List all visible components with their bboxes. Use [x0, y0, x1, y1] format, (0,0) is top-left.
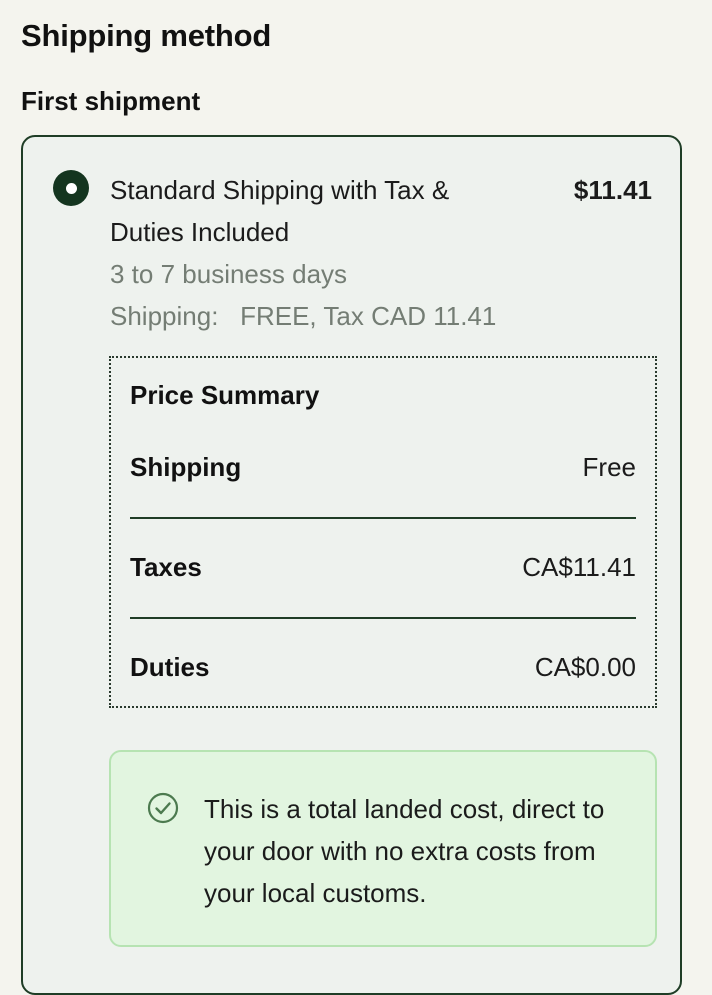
shipping-option-price: $11.41: [573, 175, 652, 205]
summary-row-duties: Duties CA$0.00: [130, 652, 636, 683]
check-circle-icon: [147, 792, 179, 824]
summary-row-taxes: Taxes CA$11.41: [130, 552, 636, 583]
summary-row-label: Duties: [130, 652, 210, 682]
price-summary: Price Summary Shipping Free Taxes CA$11.…: [109, 356, 657, 708]
summary-row-value: Free: [582, 452, 636, 482]
shipping-option-detail: Shipping: FREE, Tax CAD 11.41: [110, 301, 497, 331]
shipping-option-eta: 3 to 7 business days: [110, 259, 348, 289]
radio-selected-dot: [65, 182, 77, 194]
summary-row-label: Shipping: [130, 452, 242, 482]
summary-divider: [130, 617, 636, 619]
summary-row-label: Taxes: [130, 552, 202, 582]
summary-divider: [130, 517, 636, 519]
shipping-option-radio[interactable]: [53, 170, 89, 206]
summary-row-value: CA$11.41: [522, 552, 636, 582]
section-title: Shipping method: [21, 18, 272, 53]
notice-text: This is a total landed cost, direct to y…: [204, 794, 605, 908]
summary-row-value: CA$0.00: [534, 652, 636, 682]
summary-row-shipping: Shipping Free: [130, 452, 636, 483]
price-summary-title: Price Summary: [130, 380, 320, 410]
shipping-option-name: Standard Shipping with Tax & Duties Incl…: [110, 175, 450, 247]
landed-cost-notice: This is a total landed cost, direct to y…: [109, 750, 657, 947]
shipment-subtitle: First shipment: [21, 86, 201, 116]
shipping-option-card[interactable]: Standard Shipping with Tax & Duties Incl…: [21, 135, 682, 995]
